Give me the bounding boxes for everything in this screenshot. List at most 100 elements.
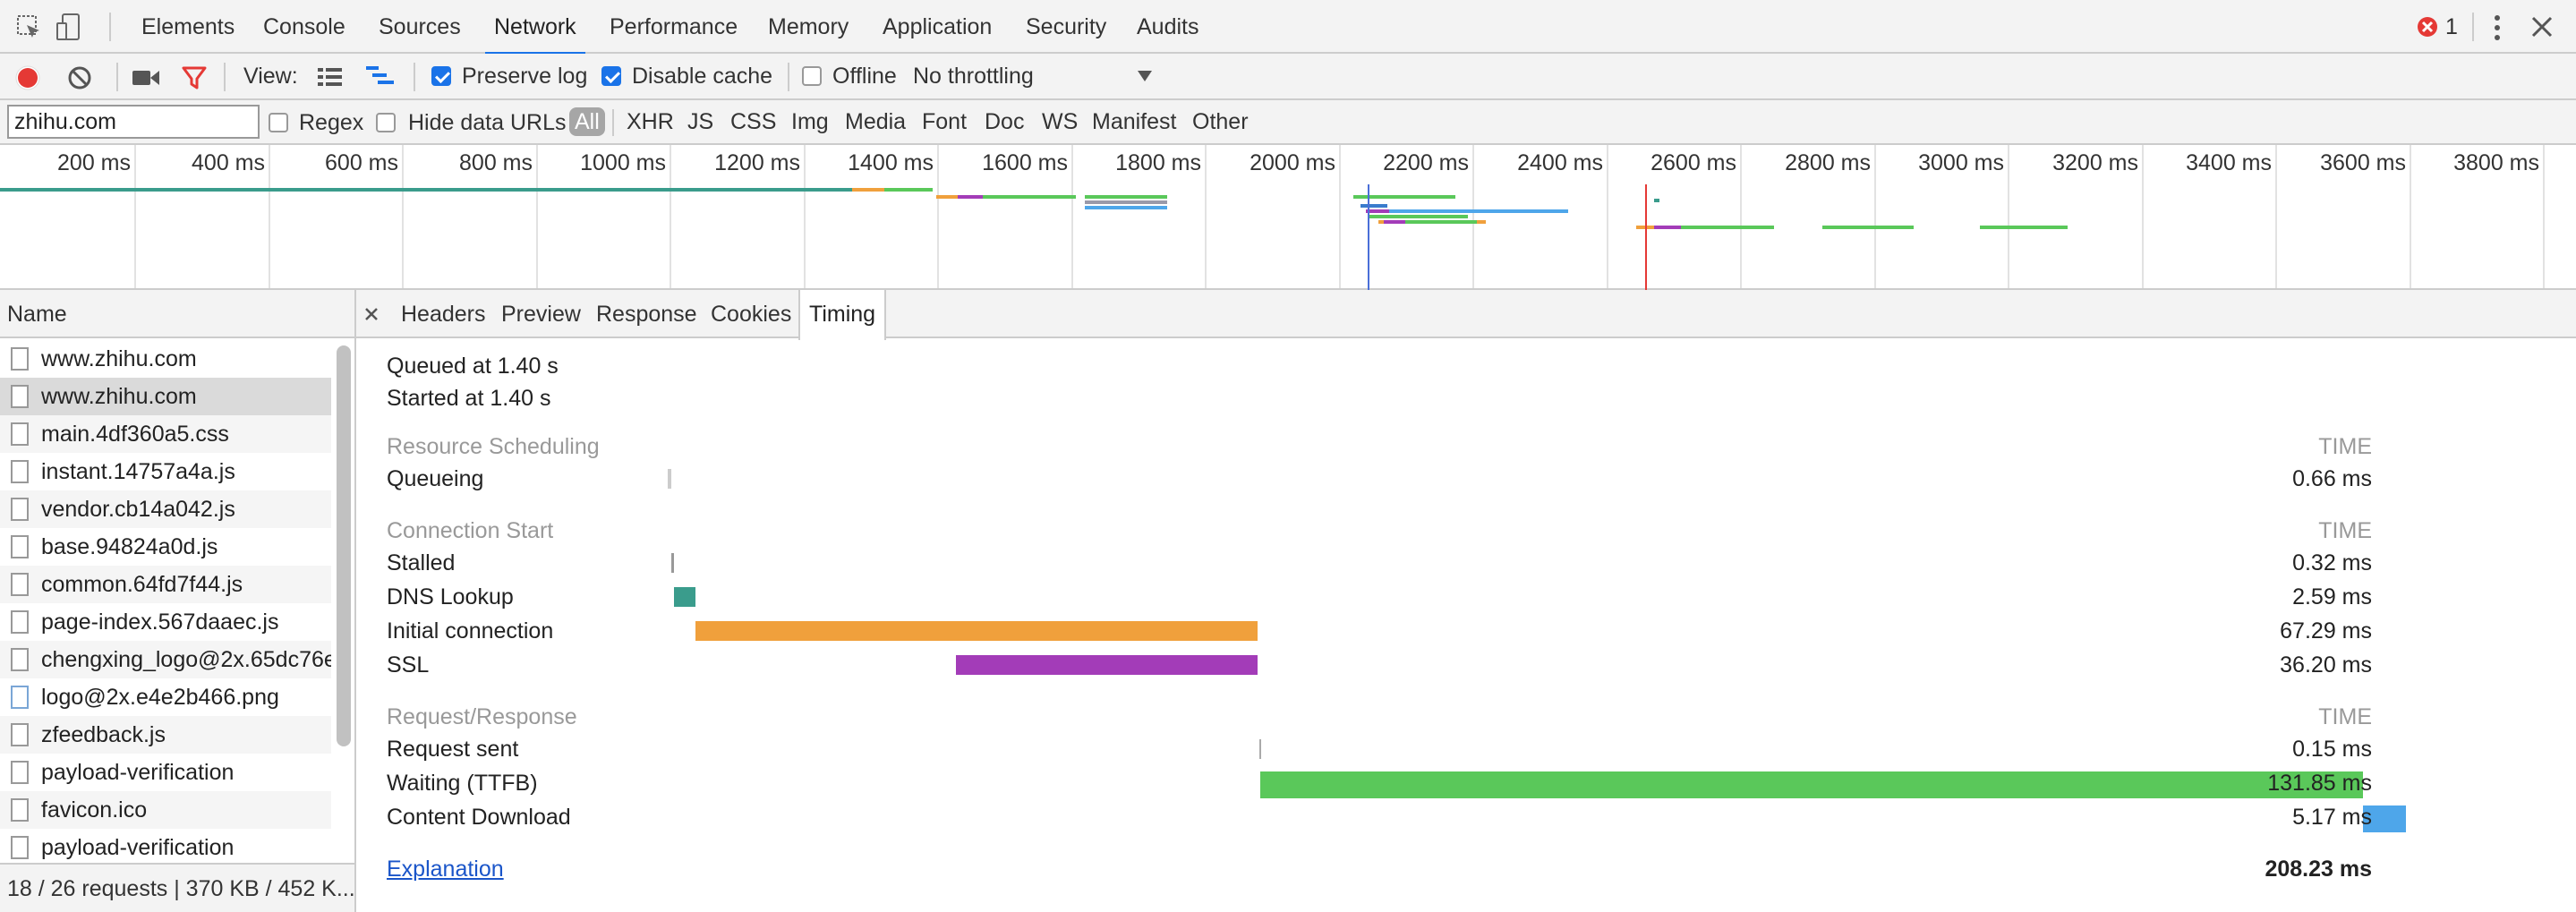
large-rows-view-icon[interactable]	[317, 66, 344, 88]
stalled-bar	[671, 553, 674, 573]
timing-label: Waiting (TTFB)	[387, 771, 538, 796]
dom-content-loaded-marker	[1368, 184, 1369, 290]
filter-icon[interactable]	[181, 64, 208, 91]
request-name: page-index.567daaec.js	[41, 609, 279, 635]
gridline	[804, 145, 806, 288]
request-name: main.4df360a5.css	[41, 422, 229, 447]
request-row[interactable]: base.94824a0d.js	[0, 528, 331, 566]
section-title: Connection Start	[387, 518, 554, 543]
more-options-icon[interactable]	[2488, 13, 2506, 43]
tab-audits[interactable]: Audits	[1137, 0, 1198, 54]
initial-connection-bar	[695, 621, 1258, 641]
filter-type-font[interactable]: Font	[922, 107, 967, 136]
filter-type-ws[interactable]: WS	[1042, 107, 1078, 136]
tick-label: 400 ms	[192, 150, 265, 175]
tab-elements[interactable]: Elements	[141, 0, 235, 54]
timing-label: Request sent	[387, 737, 519, 762]
request-row[interactable]: page-index.567daaec.js	[0, 603, 331, 641]
scrollbar-thumb[interactable]	[337, 345, 351, 746]
divider	[116, 63, 118, 91]
load-event-marker	[1645, 184, 1647, 290]
filter-input[interactable]	[7, 105, 260, 139]
preserve-log-checkbox[interactable]	[431, 66, 451, 86]
network-overview[interactable]: 200 ms 400 ms 600 ms 800 ms 1000 ms 1200…	[0, 145, 2576, 290]
network-toolbar: View: Preserve log Disable cache Offline…	[0, 54, 2576, 100]
gridline	[134, 145, 136, 288]
overview-bar	[1822, 226, 1914, 229]
overview-bar	[1369, 215, 1468, 218]
explanation-link[interactable]: Explanation	[387, 856, 504, 882]
tab-preview[interactable]: Preview	[501, 290, 581, 338]
overview-bar	[983, 195, 1076, 199]
request-row[interactable]: www.zhihu.com	[0, 378, 331, 415]
gridline	[670, 145, 671, 288]
request-row[interactable]: logo@2x.e4e2b466.png	[0, 678, 331, 716]
document-icon	[11, 798, 29, 822]
screenshot-camera-icon[interactable]	[131, 66, 161, 89]
tab-memory[interactable]: Memory	[768, 0, 849, 54]
gridline	[2275, 145, 2277, 288]
tab-application[interactable]: Application	[883, 0, 992, 54]
inspect-element-icon[interactable]	[16, 14, 43, 41]
filter-type-img[interactable]: Img	[791, 107, 829, 136]
request-sent-bar	[1259, 739, 1261, 759]
request-name: chengxing_logo@2x.65dc76e.	[41, 647, 331, 672]
request-row[interactable]: chengxing_logo@2x.65dc76e.	[0, 641, 331, 678]
request-name: base.94824a0d.js	[41, 534, 218, 559]
filter-type-css[interactable]: CSS	[730, 107, 776, 136]
overview-bar	[1654, 226, 1681, 229]
request-name: favicon.ico	[41, 797, 148, 823]
tab-network[interactable]: Network	[485, 0, 585, 55]
request-row[interactable]: common.64fd7f44.js	[0, 566, 331, 603]
request-row[interactable]: main.4df360a5.css	[0, 415, 331, 453]
filter-type-other[interactable]: Other	[1192, 107, 1249, 136]
tab-response[interactable]: Response	[596, 290, 697, 338]
device-toolbar-icon[interactable]	[55, 13, 82, 43]
clear-icon[interactable]	[66, 64, 93, 91]
tick-label: 3200 ms	[2052, 150, 2138, 175]
tab-headers[interactable]: Headers	[401, 290, 486, 338]
error-counter[interactable]: 1	[2417, 14, 2458, 39]
close-devtools-icon[interactable]	[2529, 14, 2555, 39]
tick-label: 1200 ms	[714, 150, 800, 175]
filter-type-doc[interactable]: Doc	[985, 107, 1024, 136]
document-icon	[11, 648, 29, 671]
request-row[interactable]: favicon.ico	[0, 791, 331, 829]
document-icon	[11, 761, 29, 784]
request-row[interactable]: payload-verification	[0, 829, 331, 863]
tab-cookies[interactable]: Cookies	[711, 290, 791, 338]
filter-type-all[interactable]: All	[569, 107, 605, 136]
request-row[interactable]: payload-verification	[0, 754, 331, 791]
tab-sources[interactable]: Sources	[379, 0, 461, 54]
tab-security[interactable]: Security	[1026, 0, 1106, 54]
preserve-log-label: Preserve log	[462, 64, 588, 89]
document-icon	[11, 723, 29, 746]
offline-checkbox[interactable]	[802, 66, 822, 86]
disable-cache-checkbox[interactable]	[601, 66, 621, 86]
name-column-header[interactable]: Name	[0, 290, 354, 338]
regex-checkbox[interactable]	[269, 113, 288, 132]
filter-type-manifest[interactable]: Manifest	[1092, 107, 1176, 136]
waterfall-view-icon[interactable]	[365, 64, 396, 89]
tick-label: 200 ms	[57, 150, 131, 175]
gridline	[269, 145, 270, 288]
tab-performance[interactable]: Performance	[610, 0, 738, 54]
tab-console[interactable]: Console	[263, 0, 345, 54]
hide-data-urls-checkbox[interactable]	[376, 113, 396, 132]
request-name: www.zhihu.com	[41, 384, 197, 409]
tab-timing[interactable]: Timing	[798, 290, 887, 340]
close-detail-icon[interactable]	[363, 306, 380, 322]
throttling-value: No throttling	[913, 64, 1034, 89]
tick-label: 2000 ms	[1250, 150, 1335, 175]
request-row[interactable]: vendor.cb14a042.js	[0, 490, 331, 528]
filter-type-js[interactable]: JS	[687, 107, 713, 136]
request-row[interactable]: instant.14757a4a.js	[0, 453, 331, 490]
request-row[interactable]: zfeedback.js	[0, 716, 331, 754]
divider	[224, 63, 226, 91]
request-row[interactable]: www.zhihu.com	[0, 340, 331, 378]
record-icon[interactable]	[14, 64, 41, 91]
filter-type-xhr[interactable]: XHR	[627, 107, 674, 136]
divider	[2472, 13, 2474, 41]
filter-type-media[interactable]: Media	[845, 107, 906, 136]
throttling-select[interactable]: No throttling	[913, 63, 1155, 91]
